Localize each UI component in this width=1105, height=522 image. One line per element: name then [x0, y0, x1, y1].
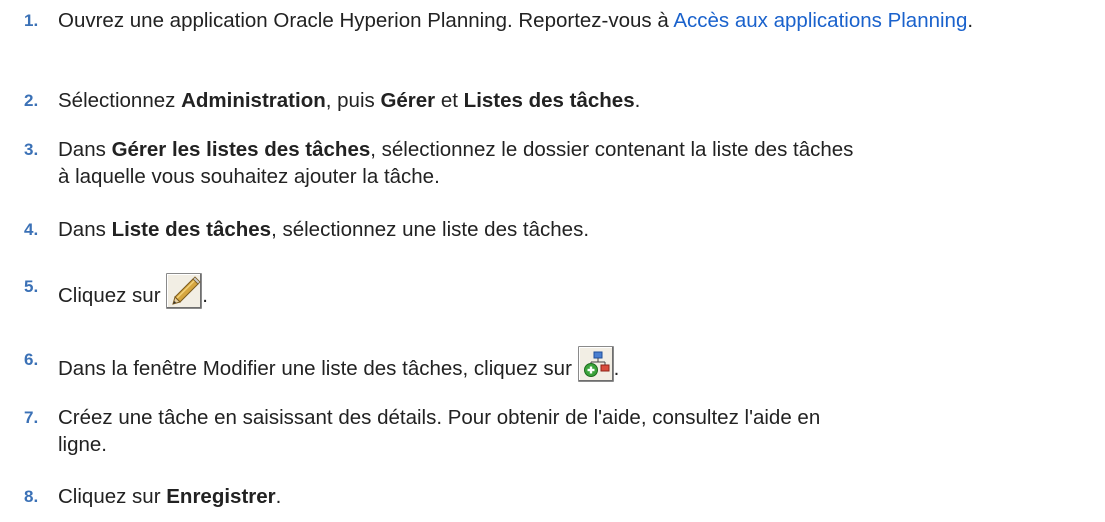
- step-number: 2.: [24, 91, 39, 110]
- step-number: 5.: [24, 277, 39, 296]
- step-text: Dans la fenêtre Modifier une liste des t…: [58, 346, 1098, 382]
- step-text: Dans Liste des tâches, sélectionnez une …: [58, 218, 590, 241]
- step-text: Cliquez sur .: [58, 273, 1098, 309]
- planning-apps-access-link[interactable]: Accès aux applications Planning: [673, 9, 967, 32]
- procedure-steps: 1. Ouvrez une application Oracle Hyperio…: [0, 0, 1105, 522]
- ui-term-administration: Administration: [181, 89, 326, 112]
- ui-term-manage-task-lists: Gérer les listes des tâches: [111, 138, 371, 161]
- step-text: Dans Gérer les listes des tâches, sélect…: [58, 138, 854, 188]
- step-number: 1.: [24, 11, 39, 30]
- step-number: 6.: [24, 350, 39, 369]
- step-number: 8.: [24, 487, 39, 506]
- ui-term-task-list: Liste des tâches: [111, 218, 272, 241]
- step-text: Créez une tâche en saisissant des détail…: [58, 406, 821, 456]
- step-number: 3.: [24, 140, 39, 159]
- step-text: Ouvrez une application Oracle Hyperion P…: [58, 9, 974, 32]
- ui-term-task-lists: Listes des tâches: [463, 89, 635, 112]
- add-task-hierarchy-icon[interactable]: [577, 346, 614, 382]
- ui-term-save: Enregistrer: [166, 485, 276, 508]
- pencil-edit-icon[interactable]: [166, 273, 203, 309]
- step-text: Cliquez sur Enregistrer.: [58, 485, 282, 508]
- step-number: 7.: [24, 408, 39, 427]
- step-text: Sélectionnez Administration, puis Gérer …: [58, 89, 641, 112]
- ui-term-manage: Gérer: [380, 89, 436, 112]
- step-number: 4.: [24, 220, 39, 239]
